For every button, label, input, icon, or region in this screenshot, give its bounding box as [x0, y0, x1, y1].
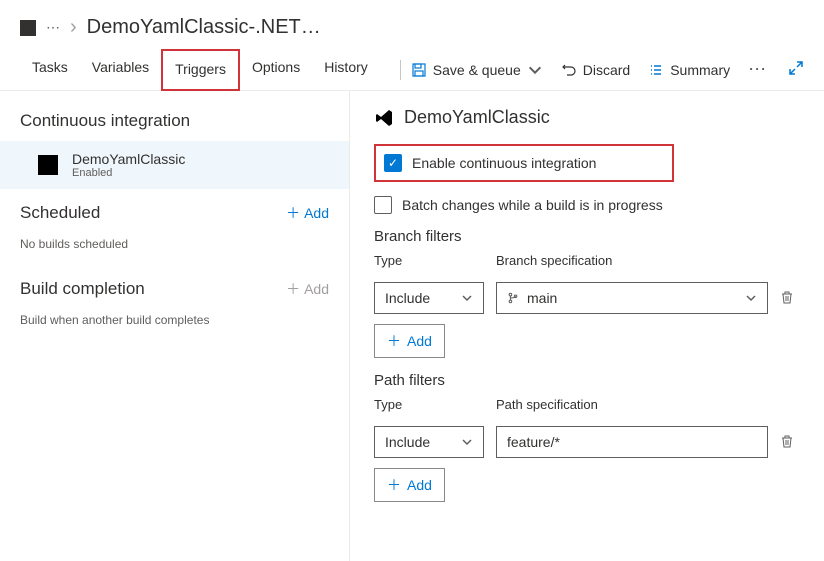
path-spec-input[interactable]: feature/*	[496, 426, 768, 458]
path-spec-value: feature/*	[507, 434, 560, 450]
enable-ci-row: ✓ Enable continuous integration	[374, 144, 674, 182]
sidebar: Continuous integration DemoYamlClassic E…	[0, 91, 350, 561]
enable-ci-checkbox[interactable]: ✓	[384, 154, 402, 172]
path-filters-title: Path filters	[374, 372, 800, 389]
chevron-down-icon	[461, 292, 473, 304]
path-filter-header: Type Path specification	[374, 397, 800, 416]
save-queue-label: Save & queue	[433, 62, 521, 78]
expand-icon[interactable]	[788, 60, 804, 79]
path-delete-button[interactable]	[780, 434, 800, 451]
batch-changes-label: Batch changes while a build is in progre…	[402, 197, 663, 213]
branch-spec-label: Branch specification	[496, 253, 768, 268]
tab-options[interactable]: Options	[240, 49, 312, 90]
branch-add-button[interactable]: ＋ Add	[374, 324, 445, 358]
breadcrumb: ⋯ › DemoYamlClassic-.NET…	[0, 0, 824, 49]
path-type-select[interactable]: Include	[374, 426, 484, 458]
branch-type-value: Include	[385, 290, 430, 306]
branch-spec-value: main	[527, 290, 557, 306]
toolbar: Save & queue Discard Summary ⋯	[411, 58, 804, 82]
tabs: Tasks Variables Triggers Options History	[20, 49, 380, 90]
vs-icon	[38, 155, 58, 175]
path-type-value: Include	[385, 434, 430, 450]
breadcrumb-current[interactable]: DemoYamlClassic-.NET…	[87, 16, 321, 39]
ci-section-title: Continuous integration	[0, 103, 349, 141]
save-queue-button[interactable]: Save & queue	[411, 58, 543, 82]
project-icon[interactable]	[20, 20, 36, 36]
branch-spec-select[interactable]: main	[496, 282, 768, 314]
tab-tasks[interactable]: Tasks	[20, 49, 80, 90]
scheduled-add-label: Add	[304, 205, 329, 221]
branch-type-select[interactable]: Include	[374, 282, 484, 314]
scheduled-add-button[interactable]: ＋ Add	[286, 203, 329, 223]
vs-icon	[374, 108, 394, 128]
scheduled-title: Scheduled	[20, 203, 100, 223]
content-pane: DemoYamlClassic ✓ Enable continuous inte…	[350, 91, 824, 561]
more-button[interactable]: ⋯	[748, 59, 768, 80]
trash-icon	[780, 290, 794, 304]
branch-filter-header: Type Branch specification	[374, 253, 800, 272]
branch-delete-button[interactable]	[780, 290, 800, 307]
chevron-down-icon	[527, 62, 543, 78]
branch-type-label: Type	[374, 253, 484, 268]
branch-icon	[507, 292, 519, 304]
build-completion-add-button[interactable]: ＋ Add	[286, 279, 329, 299]
path-add-button[interactable]: ＋ Add	[374, 468, 445, 502]
content-title: DemoYamlClassic	[374, 107, 800, 128]
path-add-label: Add	[407, 477, 432, 493]
discard-button[interactable]: Discard	[561, 58, 630, 82]
enable-ci-label: Enable continuous integration	[412, 155, 596, 171]
undo-icon	[561, 62, 577, 78]
branch-add-label: Add	[407, 333, 432, 349]
build-completion-empty-text: Build when another build completes	[0, 309, 349, 341]
batch-changes-checkbox[interactable]	[374, 196, 392, 214]
branch-filter-row: Include main	[374, 282, 800, 314]
breadcrumb-separator: ›	[70, 16, 77, 39]
build-completion-section: Build completion ＋ Add	[0, 265, 349, 309]
list-icon	[648, 62, 664, 78]
breadcrumb-ellipsis[interactable]: ⋯	[46, 19, 60, 36]
path-type-label: Type	[374, 397, 484, 412]
toolbar-divider	[400, 60, 401, 80]
repo-status: Enabled	[72, 167, 185, 179]
build-completion-title: Build completion	[20, 279, 145, 299]
chevron-down-icon	[461, 436, 473, 448]
repo-name: DemoYamlClassic	[72, 151, 185, 167]
scheduled-empty-text: No builds scheduled	[0, 233, 349, 265]
branch-filters-title: Branch filters	[374, 228, 800, 245]
chevron-down-icon	[745, 292, 757, 304]
tab-triggers[interactable]: Triggers	[161, 49, 240, 91]
content-title-text: DemoYamlClassic	[404, 107, 550, 128]
build-completion-add-label: Add	[304, 281, 329, 297]
path-spec-label: Path specification	[496, 397, 768, 412]
batch-changes-row: Batch changes while a build is in progre…	[374, 196, 800, 214]
tabs-toolbar-row: Tasks Variables Triggers Options History…	[0, 49, 824, 91]
tab-variables[interactable]: Variables	[80, 49, 161, 90]
main-content: Continuous integration DemoYamlClassic E…	[0, 91, 824, 561]
summary-label: Summary	[670, 62, 730, 78]
scheduled-section: Scheduled ＋ Add	[0, 189, 349, 233]
save-icon	[411, 62, 427, 78]
trash-icon	[780, 434, 794, 448]
discard-label: Discard	[583, 62, 630, 78]
path-filter-row: Include feature/*	[374, 426, 800, 458]
summary-button[interactable]: Summary	[648, 58, 730, 82]
repo-item[interactable]: DemoYamlClassic Enabled	[0, 141, 349, 189]
tab-history[interactable]: History	[312, 49, 380, 90]
